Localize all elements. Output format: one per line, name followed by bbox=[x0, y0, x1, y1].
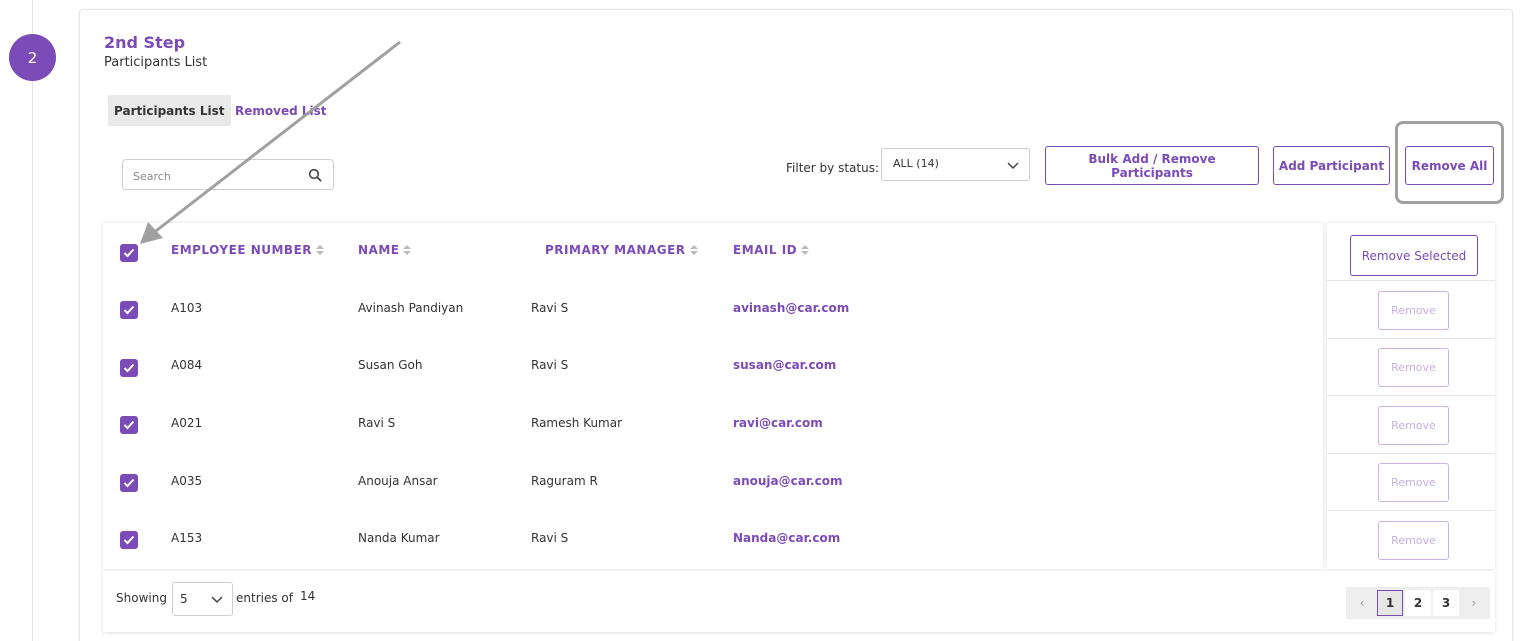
checkmark-icon bbox=[123, 305, 135, 315]
sort-icon bbox=[316, 245, 324, 255]
pagination: ‹ 1 2 3 › bbox=[1346, 587, 1490, 619]
cell-email[interactable]: Nanda@car.com bbox=[733, 531, 840, 545]
column-header-name[interactable]: NAME bbox=[358, 243, 412, 257]
bulk-add-remove-button[interactable]: Bulk Add / Remove Participants bbox=[1045, 146, 1259, 185]
page: 2 2nd Step Participants List Participant… bbox=[0, 0, 1531, 641]
cell-name: Susan Goh bbox=[358, 358, 423, 372]
cell-primary-manager: Ravi S bbox=[531, 301, 569, 315]
cell-name: Anouja Ansar bbox=[358, 474, 438, 488]
cell-email[interactable]: ravi@car.com bbox=[733, 416, 823, 430]
entries-per-page-value: 5 bbox=[180, 592, 188, 606]
row-checkbox[interactable] bbox=[120, 474, 138, 492]
cell-primary-manager: Ravi S bbox=[531, 358, 569, 372]
cell-primary-manager: Raguram R bbox=[531, 474, 598, 488]
select-all-checkbox[interactable] bbox=[120, 244, 138, 262]
checkmark-icon bbox=[123, 248, 135, 258]
checkmark-icon bbox=[123, 535, 135, 545]
column-header-employee-number[interactable]: EMPLOYEE NUMBER bbox=[171, 243, 324, 257]
cell-employee-number: A153 bbox=[171, 531, 203, 545]
cell-name: Ravi S bbox=[358, 416, 396, 430]
cell-email[interactable]: avinash@car.com bbox=[733, 301, 849, 315]
pagination-page-3[interactable]: 3 bbox=[1433, 590, 1459, 616]
row-checkbox[interactable] bbox=[120, 416, 138, 434]
remove-selected-button[interactable]: Remove Selected bbox=[1350, 235, 1478, 276]
column-header-label: PRIMARY MANAGER bbox=[545, 243, 686, 257]
entries-total: 14 bbox=[300, 589, 316, 603]
tab-participants-list[interactable]: Participants List bbox=[108, 95, 231, 126]
pagination-page-2[interactable]: 2 bbox=[1405, 590, 1431, 616]
status-filter-select[interactable]: ALL (14) bbox=[881, 148, 1030, 181]
step-number-badge: 2 bbox=[9, 34, 56, 81]
column-header-label: EMAIL ID bbox=[733, 243, 798, 257]
pagination-prev-button[interactable]: ‹ bbox=[1349, 590, 1375, 616]
showing-label: Showing bbox=[116, 591, 167, 605]
remove-row-button[interactable]: Remove bbox=[1378, 463, 1449, 502]
search-input[interactable] bbox=[133, 166, 293, 186]
row-divider bbox=[1327, 280, 1495, 281]
row-checkbox[interactable] bbox=[120, 301, 138, 319]
sort-icon bbox=[801, 245, 810, 255]
cell-employee-number: A021 bbox=[171, 416, 203, 430]
cell-employee-number: A084 bbox=[171, 358, 203, 372]
cell-name: Avinash Pandiyan bbox=[358, 301, 464, 315]
checkmark-icon bbox=[123, 420, 135, 430]
tab-removed-list[interactable]: Removed List bbox=[229, 95, 333, 126]
step-subtitle: Participants List bbox=[104, 55, 208, 70]
cell-primary-manager: Ravi S bbox=[531, 531, 569, 545]
timeline-line bbox=[32, 0, 33, 641]
checkmark-icon bbox=[123, 363, 135, 373]
participants-table bbox=[103, 223, 1323, 569]
cell-email[interactable]: anouja@car.com bbox=[733, 474, 842, 488]
pagination-next-button[interactable]: › bbox=[1461, 590, 1487, 616]
remove-row-button[interactable]: Remove bbox=[1378, 521, 1449, 560]
checkmark-icon bbox=[123, 478, 135, 488]
column-header-email-id[interactable]: EMAIL ID bbox=[733, 243, 810, 257]
row-divider bbox=[1327, 395, 1495, 396]
filter-label: Filter by status: bbox=[786, 161, 879, 175]
row-divider bbox=[1327, 338, 1495, 339]
chevron-down-icon bbox=[1007, 162, 1019, 170]
step-title: 2nd Step bbox=[104, 33, 186, 52]
status-filter-value: ALL (14) bbox=[893, 157, 939, 170]
add-participant-button[interactable]: Add Participant bbox=[1273, 146, 1390, 185]
cell-email[interactable]: susan@car.com bbox=[733, 358, 836, 372]
remove-row-button[interactable]: Remove bbox=[1378, 348, 1449, 387]
entries-per-page-select[interactable]: 5 bbox=[172, 582, 233, 616]
remove-row-button[interactable]: Remove bbox=[1378, 291, 1449, 330]
cell-primary-manager: Ramesh Kumar bbox=[531, 416, 623, 430]
cell-name: Nanda Kumar bbox=[358, 531, 440, 545]
pagination-page-1[interactable]: 1 bbox=[1377, 590, 1403, 616]
cell-employee-number: A035 bbox=[171, 474, 203, 488]
column-header-label: NAME bbox=[358, 243, 400, 257]
remove-row-button[interactable]: Remove bbox=[1378, 406, 1449, 445]
chevron-down-icon bbox=[211, 596, 223, 604]
search-icon[interactable] bbox=[308, 168, 322, 182]
search-box bbox=[122, 159, 334, 190]
sort-icon bbox=[403, 245, 412, 255]
cell-employee-number: A103 bbox=[171, 301, 203, 315]
entries-of-label: entries of bbox=[236, 591, 293, 605]
row-checkbox[interactable] bbox=[120, 531, 138, 549]
row-divider bbox=[1327, 453, 1495, 454]
annotation-highlight-box bbox=[1395, 121, 1504, 204]
column-header-primary-manager[interactable]: PRIMARY MANAGER bbox=[545, 243, 698, 257]
row-divider bbox=[1327, 510, 1495, 511]
row-checkbox[interactable] bbox=[120, 359, 138, 377]
column-header-label: EMPLOYEE NUMBER bbox=[171, 243, 312, 257]
sort-icon bbox=[689, 245, 698, 255]
